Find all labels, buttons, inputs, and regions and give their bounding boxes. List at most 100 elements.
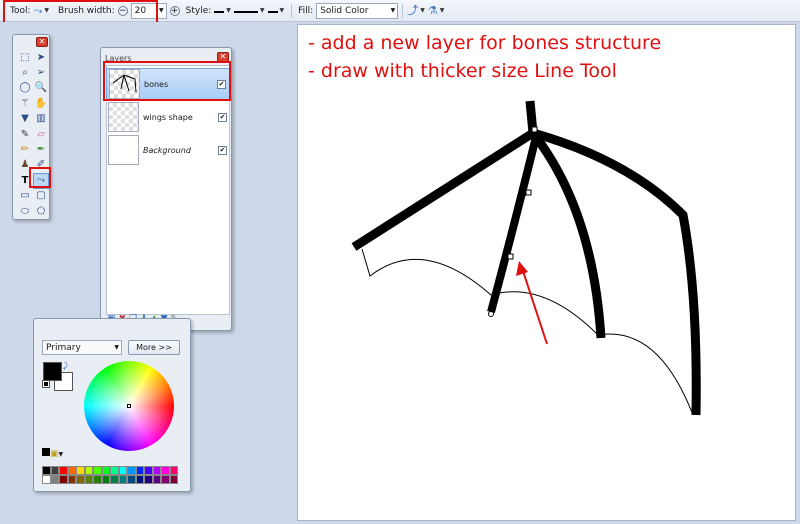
layer-item-background[interactable]: Background ✔: [106, 134, 230, 166]
paint-bucket-icon[interactable]: ▼: [17, 112, 33, 127]
palette-swatch[interactable]: [50, 466, 59, 475]
color-mode-select[interactable]: Primary ▼: [42, 340, 122, 355]
chevron-down-icon[interactable]: ▼: [260, 7, 265, 14]
chevron-down-icon[interactable]: ▼: [226, 7, 231, 14]
blend-mode-icon[interactable]: ⚗: [428, 4, 438, 17]
chevron-down-icon[interactable]: ▼: [280, 7, 285, 14]
fill-label: Fill:: [298, 5, 314, 16]
freeform-shape-icon[interactable]: ⬠: [33, 204, 49, 219]
palette-swatch[interactable]: [76, 475, 85, 484]
palette-swatch[interactable]: [135, 475, 144, 484]
lasso-select-icon[interactable]: ⌕: [17, 65, 33, 80]
image-canvas[interactable]: [297, 24, 796, 521]
eraser-icon[interactable]: ▱: [33, 127, 49, 142]
antialiasing-icon[interactable]: ⤴: [407, 4, 418, 17]
annotation-line-1: - add a new layer for bones structure: [308, 32, 662, 54]
ellipse-shape-icon[interactable]: ⬭: [17, 204, 33, 219]
rectangle-select-icon[interactable]: ⬚: [17, 50, 33, 65]
rounded-rectangle-icon[interactable]: ▢: [33, 189, 49, 204]
palette-swatch[interactable]: [110, 466, 119, 475]
palette-swatch[interactable]: [59, 466, 68, 475]
palette-swatch[interactable]: [67, 475, 76, 484]
palette-swatch[interactable]: [110, 475, 119, 484]
layer-thumbnail: [108, 102, 139, 132]
layer-visibility-checkbox[interactable]: ✔: [218, 112, 227, 122]
chevron-down-icon: ▼: [114, 344, 119, 351]
palette-swatch[interactable]: [135, 466, 144, 475]
chevron-down-icon[interactable]: ▼: [440, 7, 445, 14]
rectangle-shape-icon[interactable]: ▭: [17, 189, 33, 204]
move-selection-icon[interactable]: ➢: [33, 65, 49, 80]
line-tool-highlight-box: [29, 167, 51, 188]
canvas-drawing: [351, 100, 701, 416]
palette-swatch[interactable]: [152, 475, 161, 484]
palette-swatch[interactable]: [118, 466, 127, 475]
layer-item-wings-shape[interactable]: wings shape ✔: [106, 101, 230, 133]
chevron-down-icon: ▼: [159, 6, 164, 14]
palette-swatch[interactable]: [118, 475, 127, 484]
swap-colors-icon[interactable]: ⤸: [63, 361, 68, 371]
color-wheel[interactable]: [84, 361, 174, 451]
move-selected-icon[interactable]: ➤: [33, 50, 49, 65]
palette-swatch[interactable]: [84, 475, 93, 484]
line-handle: [488, 311, 494, 317]
paintbrush-icon[interactable]: ✎: [17, 127, 33, 142]
palette-swatch[interactable]: [67, 466, 76, 475]
bone-leading-edge: [351, 100, 538, 251]
annotation-arrow-head: [516, 261, 528, 276]
palette-swatch[interactable]: [101, 466, 110, 475]
palette-swatch[interactable]: [93, 466, 102, 475]
fill-combo[interactable]: Solid Color ▼: [316, 2, 399, 19]
more-button[interactable]: More >>: [128, 340, 180, 355]
line-dash-style[interactable]: [233, 6, 258, 16]
line-handle: [525, 189, 532, 196]
primary-color-swatch[interactable]: [43, 362, 62, 381]
palette-swatch[interactable]: [144, 466, 153, 475]
chevron-down-icon[interactable]: ▼: [420, 7, 425, 14]
palette-swatch[interactable]: [169, 466, 178, 475]
brush-width-increase-icon[interactable]: +: [169, 5, 180, 16]
pan-icon[interactable]: ✋: [33, 96, 49, 111]
palette-swatch[interactable]: [169, 475, 178, 484]
palette-swatch[interactable]: [152, 466, 161, 475]
line-end-style[interactable]: [267, 6, 278, 16]
palette-swatch[interactable]: [50, 475, 59, 484]
gradient-icon[interactable]: ▥: [33, 112, 49, 127]
palette-swatch[interactable]: [127, 466, 136, 475]
fill-value: Solid Color: [320, 5, 369, 16]
layer-name: wings shape: [143, 112, 193, 122]
zoom-icon[interactable]: 🔍: [33, 81, 49, 96]
annotation-arrow: [521, 267, 548, 345]
layer-visibility-checkbox[interactable]: ✔: [218, 145, 227, 155]
color-mode-value: Primary: [46, 342, 81, 353]
line-handle: [507, 253, 514, 260]
color-palette: [42, 466, 178, 484]
tools-window: ✕ ⬚ ➤ ⌕ ➢ ◯ 🔍 ⚚ ✋ ▼ ▥ ✎ ▱ ✏ ✒ ♟ ✐ T ⤳ ▭ …: [12, 34, 50, 220]
line-start-style[interactable]: [214, 6, 225, 16]
color-picker-icon[interactable]: ✒: [33, 142, 49, 157]
reset-colors-icon[interactable]: [42, 380, 50, 388]
palette-options-icon[interactable]: ▣▼: [42, 448, 63, 459]
layer-thumbnail: [108, 135, 139, 165]
ellipse-select-icon[interactable]: ◯: [17, 81, 33, 96]
line-handle: [531, 126, 538, 133]
palette-swatch[interactable]: [161, 475, 170, 484]
magic-wand-icon[interactable]: ⚚: [17, 96, 33, 111]
wing-shape-stroke: [361, 248, 694, 416]
palette-swatch[interactable]: [59, 475, 68, 484]
layer-name: Background: [143, 145, 191, 155]
palette-swatch[interactable]: [42, 466, 51, 475]
palette-swatch[interactable]: [76, 466, 85, 475]
palette-swatch[interactable]: [127, 475, 136, 484]
palette-swatch[interactable]: [84, 466, 93, 475]
pencil-icon[interactable]: ✏: [17, 142, 33, 157]
palette-swatch[interactable]: [42, 475, 51, 484]
close-icon[interactable]: ✕: [36, 37, 48, 47]
palette-swatch[interactable]: [93, 475, 102, 484]
palette-swatch[interactable]: [101, 475, 110, 484]
toolbar-divider: [291, 3, 293, 18]
tools-grid: ⬚ ➤ ⌕ ➢ ◯ 🔍 ⚚ ✋ ▼ ▥ ✎ ▱ ✏ ✒ ♟ ✐ T ⤳ ▭ ▢ …: [17, 50, 49, 219]
bone-middle-finger: [529, 130, 606, 339]
palette-swatch[interactable]: [144, 475, 153, 484]
palette-swatch[interactable]: [161, 466, 170, 475]
